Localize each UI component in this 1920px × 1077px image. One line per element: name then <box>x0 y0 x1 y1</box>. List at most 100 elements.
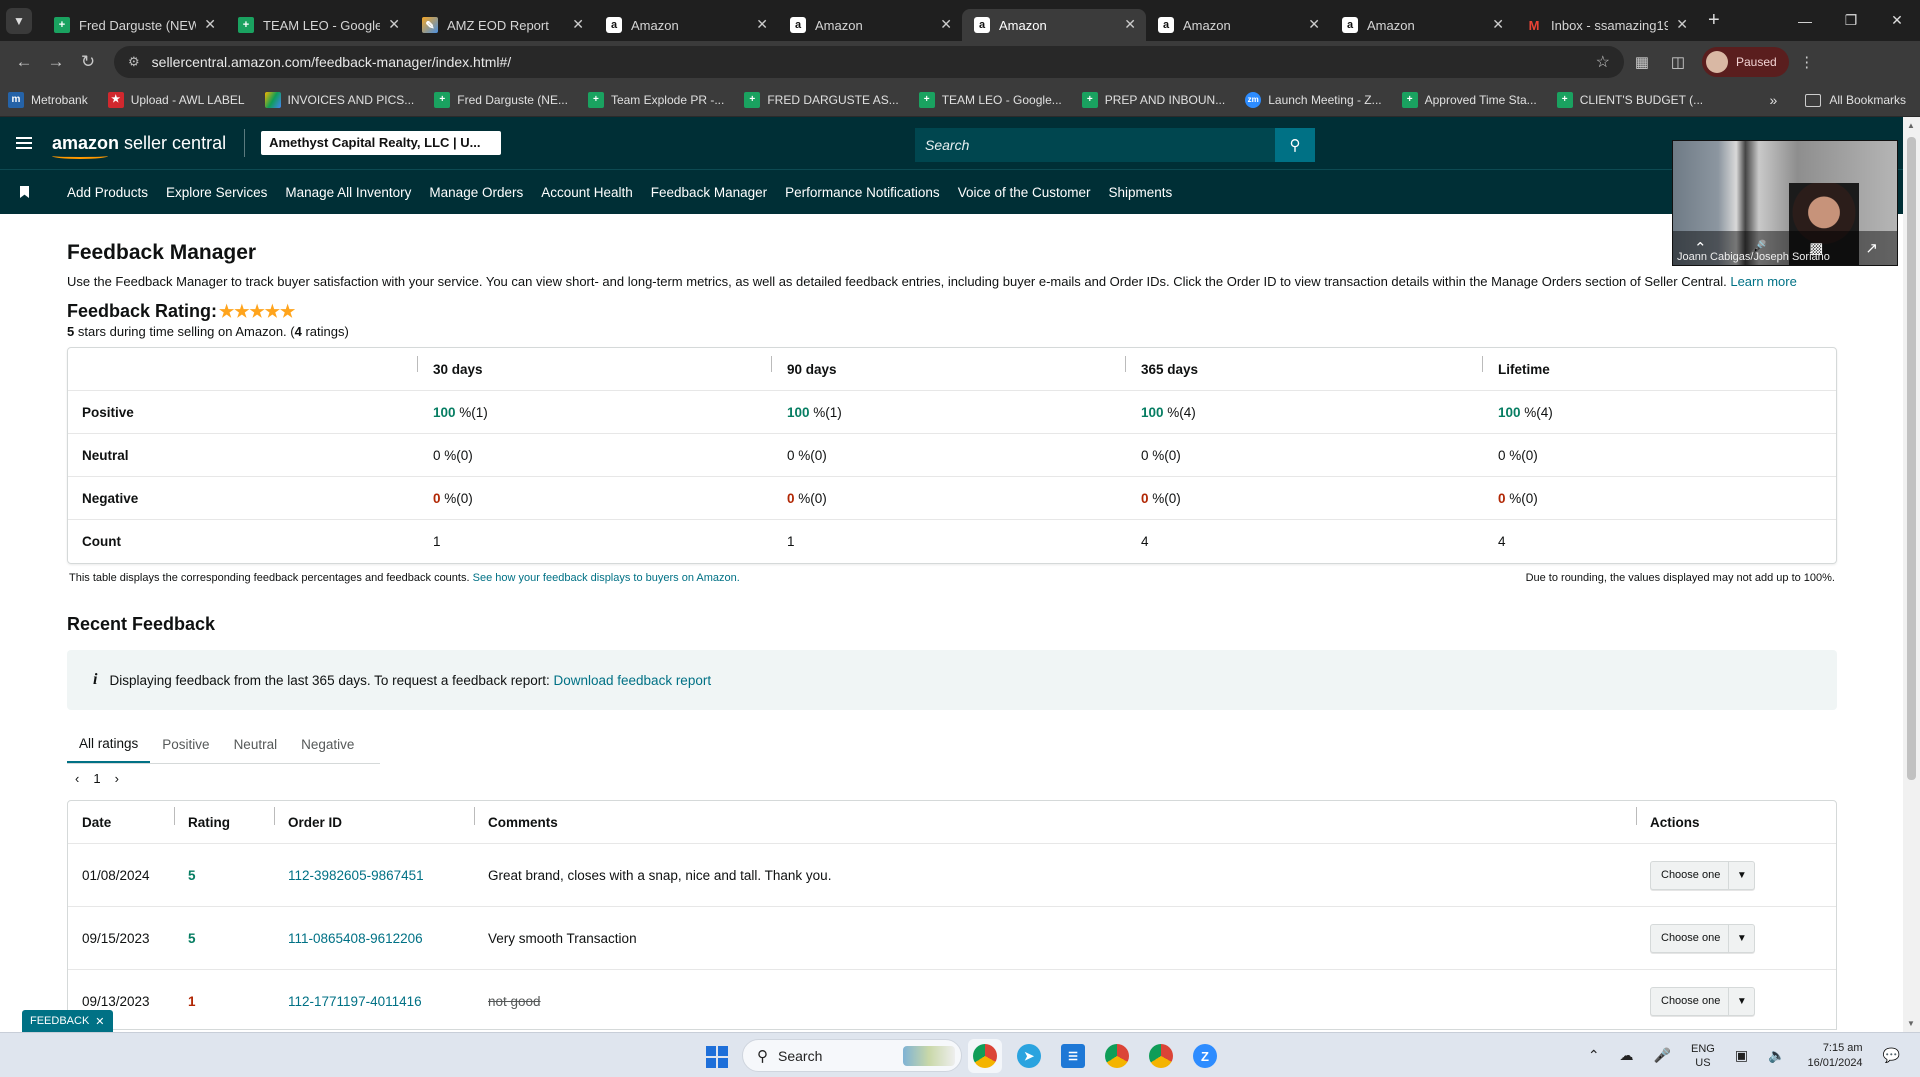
nav-link[interactable]: Account Health <box>541 185 633 200</box>
chevron-down-icon[interactable]: ▼ <box>1728 861 1754 889</box>
close-tab-icon[interactable]: ✕ <box>1676 16 1688 33</box>
chevron-down-icon[interactable]: ▼ <box>1728 987 1754 1015</box>
browser-tab[interactable]: ✎ AMZ EOD Report ✕ <box>410 9 594 41</box>
zoom-app-icon[interactable]: Z <box>1188 1039 1222 1073</box>
all-bookmarks-link[interactable]: All Bookmarks <box>1829 93 1906 107</box>
tray-chevron-up-icon[interactable]: ⌃ <box>1588 1047 1600 1064</box>
more-menu-icon[interactable]: ⋮ <box>1789 53 1825 71</box>
reload-icon[interactable]: ↻ <box>72 52 104 72</box>
bookmark-item[interactable]: INVOICES AND PICS... <box>264 91 414 108</box>
profile-button[interactable]: Paused <box>1702 47 1789 77</box>
restore-icon[interactable]: ❐ <box>1828 0 1874 41</box>
cloud-off-icon[interactable]: ☁ <box>1620 1047 1634 1064</box>
side-panel-icon[interactable]: ◫ <box>1660 53 1696 71</box>
rating-tab[interactable]: Positive <box>150 726 221 763</box>
close-tab-icon[interactable]: ✕ <box>756 16 768 33</box>
bookmark-item[interactable]: + TEAM LEO - Google... <box>918 91 1062 108</box>
browser-tab[interactable]: a Amazon ✕ <box>778 9 962 41</box>
nav-link[interactable]: Feedback Manager <box>651 185 767 200</box>
bookmark-item[interactable]: ★ Upload - AWL LABEL <box>107 91 245 108</box>
bookmark-item[interactable]: + Fred Darguste (NE... <box>434 91 568 108</box>
close-tab-icon[interactable]: ✕ <box>1492 16 1504 33</box>
browser-tab[interactable]: a Amazon ✕ <box>1330 9 1514 41</box>
hamburger-menu-icon[interactable] <box>16 137 32 149</box>
rating-tab[interactable]: Negative <box>289 726 366 763</box>
close-tab-icon[interactable]: ✕ <box>1124 16 1136 33</box>
close-tab-icon[interactable]: ✕ <box>388 16 400 33</box>
close-tab-icon[interactable]: ✕ <box>940 16 952 33</box>
nav-link[interactable]: Manage Orders <box>429 185 523 200</box>
scroll-up-icon[interactable]: ▲ <box>1907 121 1915 130</box>
prev-page-icon[interactable]: ‹ <box>75 771 79 786</box>
scroll-down-icon[interactable]: ▼ <box>1907 1019 1915 1028</box>
close-tab-icon[interactable]: ✕ <box>1308 16 1320 33</box>
browser-tab[interactable]: a Amazon ✕ <box>1146 9 1330 41</box>
close-tab-icon[interactable]: ✕ <box>572 16 584 33</box>
download-report-link[interactable]: Download feedback report <box>553 673 711 688</box>
search-button[interactable]: ⚲ <box>1275 128 1315 162</box>
nav-link[interactable]: Add Products <box>67 185 148 200</box>
tab-search-button[interactable]: ▼ <box>6 7 32 34</box>
telegram-app-icon[interactable]: ➤ <box>1012 1039 1046 1073</box>
minimize-icon[interactable]: — <box>1782 0 1828 41</box>
close-tab-icon[interactable]: ✕ <box>204 16 216 33</box>
next-page-icon[interactable]: › <box>115 771 119 786</box>
search-input[interactable] <box>915 128 1275 162</box>
nav-link[interactable]: Explore Services <box>166 185 267 200</box>
popout-icon[interactable]: ↗ <box>1865 239 1878 257</box>
chrome-profile-2-icon[interactable] <box>1100 1039 1134 1073</box>
chevron-down-icon[interactable]: ▼ <box>1728 924 1754 952</box>
browser-tab[interactable]: M Inbox - ssamazing19 ✕ <box>1514 9 1698 41</box>
nav-link[interactable]: Voice of the Customer <box>958 185 1091 200</box>
site-info-icon[interactable]: ⚙ <box>128 54 140 70</box>
nav-link[interactable]: Shipments <box>1109 185 1173 200</box>
bookmark-item[interactable]: m Metrobank <box>8 91 88 108</box>
browser-tab[interactable]: a Amazon ✕ <box>594 9 778 41</box>
windows-start-icon[interactable] <box>706 1046 728 1068</box>
order-id-link[interactable]: 111-0865408-9612206 <box>288 931 423 946</box>
browser-tab[interactable]: + Fred Darguste (NEW ✕ <box>42 9 226 41</box>
bookmark-item[interactable]: zm Launch Meeting - Z... <box>1245 91 1382 108</box>
actions-dropdown[interactable]: Choose one ▼ <box>1650 986 1756 1016</box>
bookmark-item[interactable]: + Team Explode PR -... <box>587 91 724 108</box>
taskbar-search[interactable]: ⚲ Search <box>742 1039 962 1072</box>
browser-tab[interactable]: a Amazon ✕ <box>962 9 1146 41</box>
rating-tab[interactable]: All ratings <box>67 726 151 763</box>
chrome-profile-3-icon[interactable] <box>1144 1039 1178 1073</box>
notifications-icon[interactable]: 💬 <box>1883 1047 1900 1064</box>
new-tab-button[interactable]: + <box>1708 9 1720 32</box>
address-bar[interactable]: ⚙ sellercentral.amazon.com/feedback-mana… <box>114 46 1624 78</box>
more-bookmarks-icon[interactable]: » <box>1770 92 1778 108</box>
scroll-thumb[interactable] <box>1907 137 1916 780</box>
close-window-icon[interactable]: ✕ <box>1874 0 1920 41</box>
bookmark-item[interactable]: + Approved Time Sta... <box>1401 91 1537 108</box>
network-icon[interactable]: ▣ <box>1735 1047 1748 1064</box>
forward-arrow-icon[interactable]: → <box>40 52 72 72</box>
close-icon[interactable]: ✕ <box>95 1015 104 1028</box>
learn-more-link[interactable]: Learn more <box>1730 274 1796 289</box>
page-scrollbar[interactable]: ▲ ▼ <box>1903 117 1920 1032</box>
video-call-overlay[interactable]: ⌃ 🎤 ▩ ↗ Joann Cabigas/Joseph Soriano <box>1672 140 1898 266</box>
language-indicator[interactable]: ENG US <box>1691 1042 1715 1070</box>
actions-dropdown[interactable]: Choose one ▼ <box>1650 860 1756 890</box>
rating-tab[interactable]: Neutral <box>222 726 290 763</box>
extensions-icon[interactable]: ▦ <box>1624 53 1660 71</box>
notepad-app-icon[interactable]: ☰ <box>1056 1039 1090 1073</box>
bookmark-star-icon[interactable]: ☆ <box>1596 52 1610 72</box>
order-id-link[interactable]: 112-1771197-4011416 <box>288 994 422 1009</box>
nav-link[interactable]: Manage All Inventory <box>285 185 411 200</box>
seller-central-logo[interactable]: amazon seller central <box>52 133 240 159</box>
bookmark-item[interactable]: + PREP AND INBOUN... <box>1081 91 1225 108</box>
current-page[interactable]: 1 <box>93 771 100 786</box>
buyer-display-link[interactable]: See how your feedback displays to buyers… <box>473 572 740 584</box>
feedback-widget-tab[interactable]: FEEDBACK ✕ <box>22 1010 113 1032</box>
back-arrow-icon[interactable]: ← <box>8 52 40 72</box>
microphone-icon[interactable]: 🎤 <box>1654 1047 1671 1064</box>
browser-tab[interactable]: + TEAM LEO - Google S ✕ <box>226 9 410 41</box>
bookmark-item[interactable]: + CLIENT'S BUDGET (... <box>1556 91 1703 108</box>
bookmark-icon[interactable] <box>20 186 29 198</box>
clock[interactable]: 7:15 am 16/01/2024 <box>1808 1041 1863 1071</box>
chrome-app-icon[interactable] <box>968 1039 1002 1073</box>
bookmark-item[interactable]: + FRED DARGUSTE AS... <box>744 91 899 108</box>
account-switcher[interactable]: Amethyst Capital Realty, LLC | U... <box>261 131 502 155</box>
